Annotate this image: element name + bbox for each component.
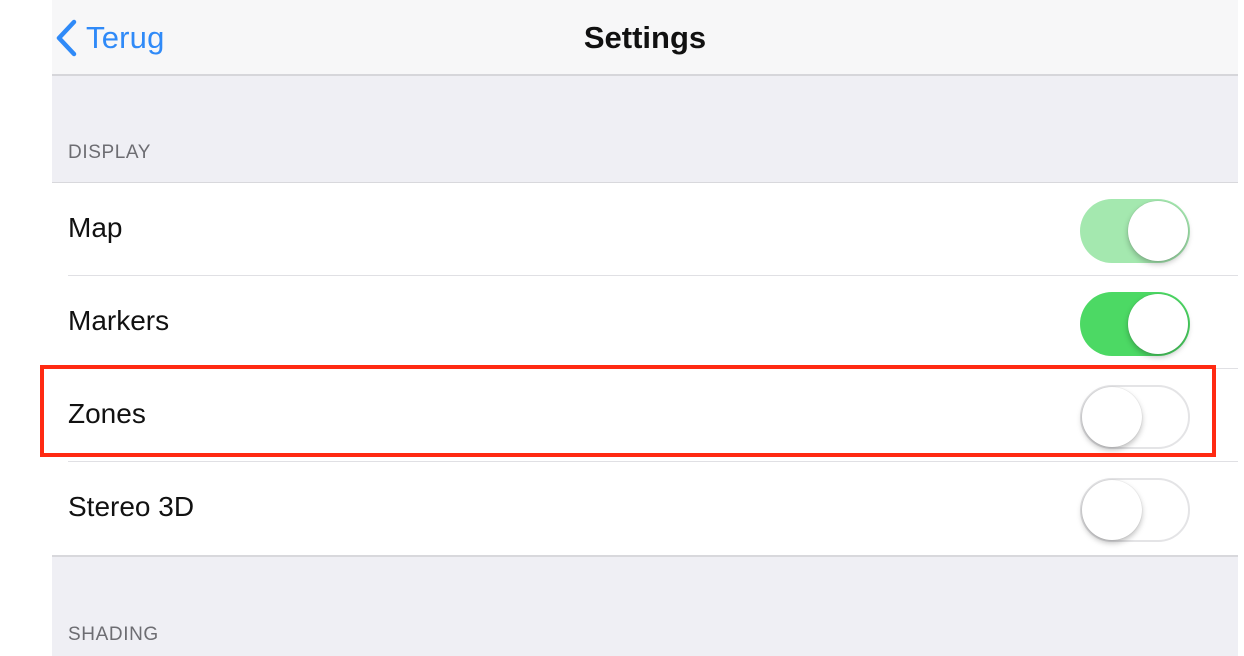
settings-screen: Terug Settings DISPLAY Map Markers Zones… [0,0,1244,656]
setting-label-stereo-3d: Stereo 3D [68,491,195,522]
setting-label-markers: Markers [68,305,170,336]
setting-row-zones: Zones [52,369,1238,462]
chevron-left-icon [56,19,77,57]
section-header-display: DISPLAY [68,142,152,163]
toggle-knob [1128,294,1188,354]
setting-row-map: Map [52,183,1238,276]
toggle-markers[interactable] [1080,292,1190,356]
setting-row-markers: Markers [52,276,1238,369]
toggle-stereo-3d[interactable] [1080,478,1190,542]
toggle-knob [1128,201,1188,261]
toggle-zones[interactable] [1080,385,1190,449]
navigation-bar: Terug Settings [52,0,1238,76]
toggle-knob [1082,387,1142,447]
section-header-shading: SHADING [68,624,159,645]
toggle-knob [1082,480,1142,540]
setting-row-stereo-3d: Stereo 3D [52,462,1238,555]
back-button[interactable]: Terug [52,16,165,60]
page-title: Settings [583,20,707,55]
display-settings-group: Map Markers Zones Stereo 3D [52,182,1238,557]
back-button-label: Terug [86,20,165,55]
settings-panel: Terug Settings DISPLAY Map Markers Zones… [52,0,1238,656]
setting-label-map: Map [68,212,123,243]
toggle-map[interactable] [1080,199,1190,263]
setting-label-zones: Zones [68,398,146,429]
